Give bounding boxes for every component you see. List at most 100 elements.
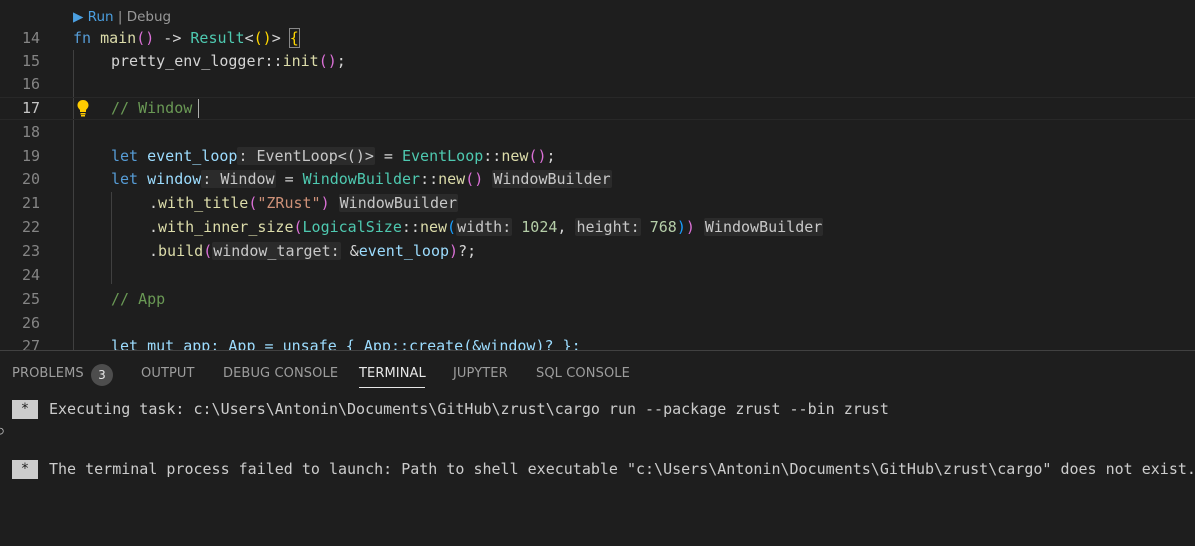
- text-cursor: [198, 99, 199, 118]
- angle: <: [244, 29, 254, 47]
- code-text: let mut app: App = unsafe { App::create(…: [111, 337, 581, 350]
- line-number: 20: [21, 170, 40, 188]
- param-inlay-hint: height:: [575, 218, 641, 236]
- string-literal: "ZRust": [257, 194, 321, 212]
- tab-sql-console[interactable]: SQL CONSOLE: [536, 366, 630, 381]
- paren: ): [676, 218, 686, 236]
- line-number: 17: [21, 99, 40, 117]
- tab-terminal[interactable]: TERMINAL: [359, 366, 426, 381]
- code-line-20[interactable]: 20 let window: Window = WindowBuilder::n…: [0, 168, 1195, 191]
- line-number: 18: [21, 123, 40, 141]
- keyword: fn: [73, 29, 92, 47]
- paren: (): [136, 29, 155, 47]
- code-line-15[interactable]: 15 pretty_env_logger::init();: [0, 50, 1195, 73]
- terminal-line[interactable]: * The terminal process failed to launch:…: [0, 458, 1195, 480]
- line-number: 22: [21, 218, 40, 236]
- number-literal: 768: [649, 218, 677, 236]
- paren: (: [447, 218, 457, 236]
- debug-codelens-link[interactable]: Debug: [127, 9, 171, 25]
- task-marker: *: [12, 460, 38, 479]
- run-codelens-link[interactable]: ▶ Run: [73, 9, 114, 25]
- paren: (): [528, 147, 547, 165]
- code-line-16[interactable]: 16: [0, 73, 1195, 96]
- param-inlay-hint: width:: [456, 218, 513, 236]
- tab-output[interactable]: OUTPUT: [141, 366, 195, 381]
- code-line-25[interactable]: 25 // App: [0, 288, 1195, 311]
- function-call: new: [501, 147, 529, 165]
- paren: (: [293, 218, 303, 236]
- semicolon: ;: [336, 52, 346, 70]
- code-line-18[interactable]: 18: [0, 121, 1195, 144]
- comma: ,: [557, 218, 576, 236]
- dot: .: [149, 242, 159, 260]
- terminal-output-text: Executing task: c:\Users\Antonin\Documen…: [49, 400, 889, 418]
- line-number: 21: [21, 194, 40, 212]
- active-tab-indicator: [359, 387, 425, 388]
- chain-inlay-hint: WindowBuilder: [492, 170, 612, 188]
- code-line-19[interactable]: 19 let event_loop: EventLoop<()> = Event…: [0, 145, 1195, 168]
- line-number: 26: [21, 314, 40, 332]
- function-name: main: [100, 29, 137, 47]
- line-number: 19: [21, 147, 40, 165]
- paren: ): [685, 218, 695, 236]
- line-number: 27: [21, 337, 40, 350]
- code-line-22[interactable]: 22 .with_inner_size(LogicalSize::new(wid…: [0, 216, 1195, 239]
- keyword: let: [111, 147, 139, 165]
- problems-count-badge: 3: [91, 364, 113, 386]
- dot: .: [149, 218, 159, 236]
- semicolon: ;: [546, 147, 556, 165]
- unit-type: (): [253, 29, 272, 47]
- code-line-14[interactable]: 14 fn main() -> Result<()> {: [0, 27, 1195, 50]
- variable: event_loop: [358, 242, 450, 260]
- param-inlay-hint: window_target:: [212, 242, 341, 260]
- ampersand: &: [349, 242, 359, 260]
- method-call: build: [158, 242, 204, 260]
- line-number: 14: [21, 29, 40, 47]
- function-call: new: [438, 170, 466, 188]
- type-name: WindowBuilder: [302, 170, 421, 188]
- path-separator: ::: [264, 52, 283, 70]
- chain-inlay-hint: WindowBuilder: [338, 194, 459, 212]
- panel-tabs: PROBLEMS 3 OUTPUT DEBUG CONSOLE TERMINAL…: [0, 351, 1195, 397]
- chain-inlay-hint: WindowBuilder: [703, 218, 824, 236]
- code-line-21[interactable]: 21 .with_title("ZRust") WindowBuilder: [0, 192, 1195, 215]
- codelens: ▶ Run | Debug: [73, 9, 171, 25]
- lightbulb-icon[interactable]: [75, 99, 91, 117]
- method-call: with_title: [158, 194, 249, 212]
- variable: window: [147, 170, 202, 188]
- function-call: new: [419, 218, 448, 236]
- type-name: EventLoop: [402, 147, 484, 165]
- assign: =: [275, 170, 303, 188]
- terminal-command-decoration-icon[interactable]: ○: [0, 420, 4, 442]
- tab-jupyter[interactable]: JUPYTER: [453, 366, 508, 381]
- code-line-27[interactable]: 27 let mut app: App = unsafe { App::crea…: [0, 335, 1195, 350]
- tab-debug-console[interactable]: DEBUG CONSOLE: [223, 366, 338, 381]
- comment: // Window: [111, 99, 193, 117]
- task-marker: *: [12, 400, 38, 419]
- dot: .: [149, 194, 159, 212]
- function-call: init: [282, 52, 319, 70]
- line-number: 15: [21, 52, 40, 70]
- code-line-26[interactable]: 26: [0, 312, 1195, 335]
- code-line-24[interactable]: 24: [0, 264, 1195, 287]
- paren: ): [449, 242, 459, 260]
- codelens-separator: |: [113, 9, 127, 25]
- code-editor[interactable]: ▶ Run | Debug 14 fn main() -> Result<()>…: [0, 0, 1195, 350]
- angle: >: [271, 29, 281, 47]
- terminal-line[interactable]: ○ * Executing task: c:\Users\Antonin\Doc…: [0, 398, 1195, 437]
- comment: // App: [111, 290, 166, 308]
- tab-problems[interactable]: PROBLEMS: [12, 366, 84, 381]
- line-number: 24: [21, 266, 40, 284]
- line-number: 23: [21, 242, 40, 260]
- type-inlay-hint: : Window: [201, 170, 276, 188]
- paren: (): [318, 52, 337, 70]
- code-line-17[interactable]: 17 // Window: [0, 97, 1195, 120]
- method-call: with_inner_size: [158, 218, 294, 236]
- code-line-23[interactable]: 23 .build(window_target: &event_loop)?;: [0, 240, 1195, 263]
- terminal-output-text: The terminal process failed to launch: P…: [49, 460, 1195, 478]
- type-name: LogicalSize: [302, 218, 402, 236]
- line-number: 16: [21, 75, 40, 93]
- path-separator: ::: [483, 147, 502, 165]
- path-separator: ::: [401, 218, 420, 236]
- paren: (: [203, 242, 213, 260]
